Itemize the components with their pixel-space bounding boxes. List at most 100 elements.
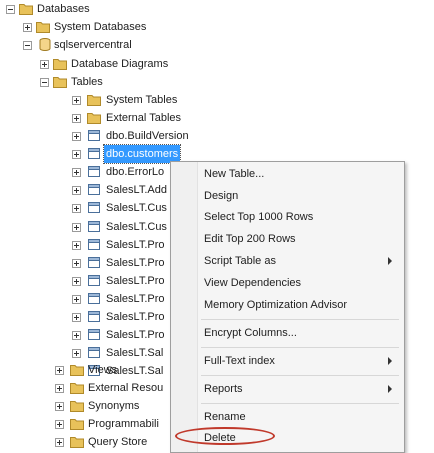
expand-icon[interactable] <box>72 96 81 105</box>
tree-node-table[interactable]: SalesLT.Cus <box>0 218 170 236</box>
collapse-icon[interactable] <box>6 5 15 14</box>
expand-icon[interactable] <box>72 259 81 268</box>
expand-icon[interactable] <box>72 349 81 358</box>
tree-node-table[interactable]: SalesLT.Pro <box>0 308 170 326</box>
node-label: System Databases <box>54 21 147 33</box>
node-label: Query Store <box>88 436 148 448</box>
expand-icon[interactable] <box>55 420 64 429</box>
collapse-icon[interactable] <box>23 41 32 50</box>
menu-item-select-top-rows[interactable]: Select Top 1000 Rows <box>171 207 402 227</box>
context-menu: New Table... Design Select Top 1000 Rows… <box>170 161 405 453</box>
node-label: Database Diagrams <box>71 58 169 70</box>
table-icon <box>88 184 100 195</box>
menu-item-label: Memory Optimization Advisor <box>204 299 348 311</box>
database-icon <box>39 38 51 51</box>
table-icon <box>88 148 100 159</box>
expand-icon[interactable] <box>72 277 81 286</box>
tree-node-table-selected[interactable]: dbo.customers <box>0 144 182 164</box>
menu-item-label: Design <box>204 190 239 202</box>
tree-node-database-diagrams[interactable]: Database Diagrams <box>0 55 220 73</box>
expand-icon[interactable] <box>72 132 81 141</box>
menu-item-new-table[interactable]: New Table... <box>171 164 402 184</box>
tree-node-table[interactable]: SalesLT.Pro <box>0 272 170 290</box>
menu-item-reports[interactable]: Reports <box>171 379 402 399</box>
node-label: System Tables <box>106 94 178 106</box>
tree-node-query-store[interactable]: Query Store <box>0 433 170 451</box>
expand-icon[interactable] <box>55 366 64 375</box>
tree-node-table[interactable]: SalesLT.Add <box>0 181 170 199</box>
expand-icon[interactable] <box>72 223 81 232</box>
node-label: Synonyms <box>88 400 140 412</box>
tree-node-tables[interactable]: Tables <box>0 73 200 91</box>
menu-item-label: New Table... <box>204 168 265 180</box>
menu-item-delete[interactable]: Delete <box>171 428 402 448</box>
node-label: dbo.BuildVersion <box>106 130 189 142</box>
tree-node-table[interactable]: SalesLT.Pro <box>0 290 170 308</box>
menu-item-label: Edit Top 200 Rows <box>204 233 296 245</box>
expand-icon[interactable] <box>23 23 32 32</box>
tree-node-table[interactable]: SalesLT.Pro <box>0 236 170 254</box>
node-label: SalesLT.Pro <box>106 257 165 269</box>
tree-node-table[interactable]: dbo.BuildVersion <box>0 127 189 145</box>
expand-icon[interactable] <box>72 186 81 195</box>
expand-icon[interactable] <box>55 384 64 393</box>
table-icon <box>88 130 100 141</box>
expand-icon[interactable] <box>55 402 64 411</box>
expand-icon[interactable] <box>72 150 81 159</box>
table-icon <box>88 275 100 286</box>
node-label: sqlservercentral <box>54 39 132 51</box>
collapse-icon[interactable] <box>40 78 49 87</box>
menu-separator <box>201 403 399 404</box>
node-label: SalesLT.Pro <box>106 329 165 341</box>
expand-icon[interactable] <box>72 331 81 340</box>
expand-icon[interactable] <box>72 295 81 304</box>
tree-node-external-tables[interactable]: External Tables <box>0 109 200 127</box>
menu-item-label: Select Top 1000 Rows <box>204 211 314 223</box>
tree-node-system-tables[interactable]: System Tables <box>0 91 200 109</box>
tree-node-programmability[interactable]: Programmabili <box>0 415 170 433</box>
menu-item-encrypt-columns[interactable]: Encrypt Columns... <box>171 323 402 343</box>
menu-item-edit-top-rows[interactable]: Edit Top 200 Rows <box>171 229 402 249</box>
menu-item-full-text-index[interactable]: Full-Text index <box>171 351 402 371</box>
folder-icon <box>87 113 101 124</box>
expand-icon[interactable] <box>72 114 81 123</box>
menu-item-memory-optimization-advisor[interactable]: Memory Optimization Advisor <box>171 295 402 315</box>
tree-node-views[interactable]: Views <box>0 361 170 379</box>
node-label: SalesLT.Cus <box>106 221 167 233</box>
tree-node-external-resources[interactable]: External Resou <box>0 379 170 397</box>
expand-icon[interactable] <box>72 204 81 213</box>
node-label: SalesLT.Pro <box>106 239 165 251</box>
tree-node-databases[interactable]: Databases <box>0 0 200 18</box>
menu-item-label: Delete <box>204 432 236 444</box>
menu-separator <box>201 319 399 320</box>
table-icon <box>88 257 100 268</box>
node-label: SalesLT.Sal <box>106 347 164 359</box>
menu-item-script-table-as[interactable]: Script Table as <box>171 251 402 271</box>
tree-node-table[interactable]: SalesLT.Pro <box>0 326 170 344</box>
expand-icon[interactable] <box>72 241 81 250</box>
tree-node-sqlservercentral[interactable]: sqlservercentral <box>0 36 200 54</box>
tree-node-synonyms[interactable]: Synonyms <box>0 397 170 415</box>
table-icon <box>88 221 100 232</box>
tree-node-table[interactable]: SalesLT.Pro <box>0 254 170 272</box>
tree-node-table[interactable]: dbo.ErrorLo <box>0 163 170 181</box>
expand-icon[interactable] <box>72 168 81 177</box>
tree-node-table[interactable]: SalesLT.Cus <box>0 199 170 217</box>
expand-icon[interactable] <box>40 60 49 69</box>
tree-node-table[interactable]: SalesLT.Sal <box>0 344 170 362</box>
node-label: SalesLT.Pro <box>106 311 165 323</box>
menu-item-rename[interactable]: Rename <box>171 407 402 427</box>
folder-icon <box>70 401 84 412</box>
folder-icon <box>70 419 84 430</box>
menu-item-label: Script Table as <box>204 255 276 267</box>
menu-item-label: Reports <box>204 383 243 395</box>
tree-node-system-databases[interactable]: System Databases <box>0 18 200 36</box>
expand-icon[interactable] <box>72 313 81 322</box>
menu-item-view-dependencies[interactable]: View Dependencies <box>171 273 402 293</box>
menu-separator <box>201 375 399 376</box>
node-label: dbo.ErrorLo <box>106 166 165 178</box>
node-label: Databases <box>37 3 90 15</box>
folder-icon <box>53 77 67 88</box>
node-label: SalesLT.Pro <box>106 293 165 305</box>
menu-item-design[interactable]: Design <box>171 186 402 206</box>
